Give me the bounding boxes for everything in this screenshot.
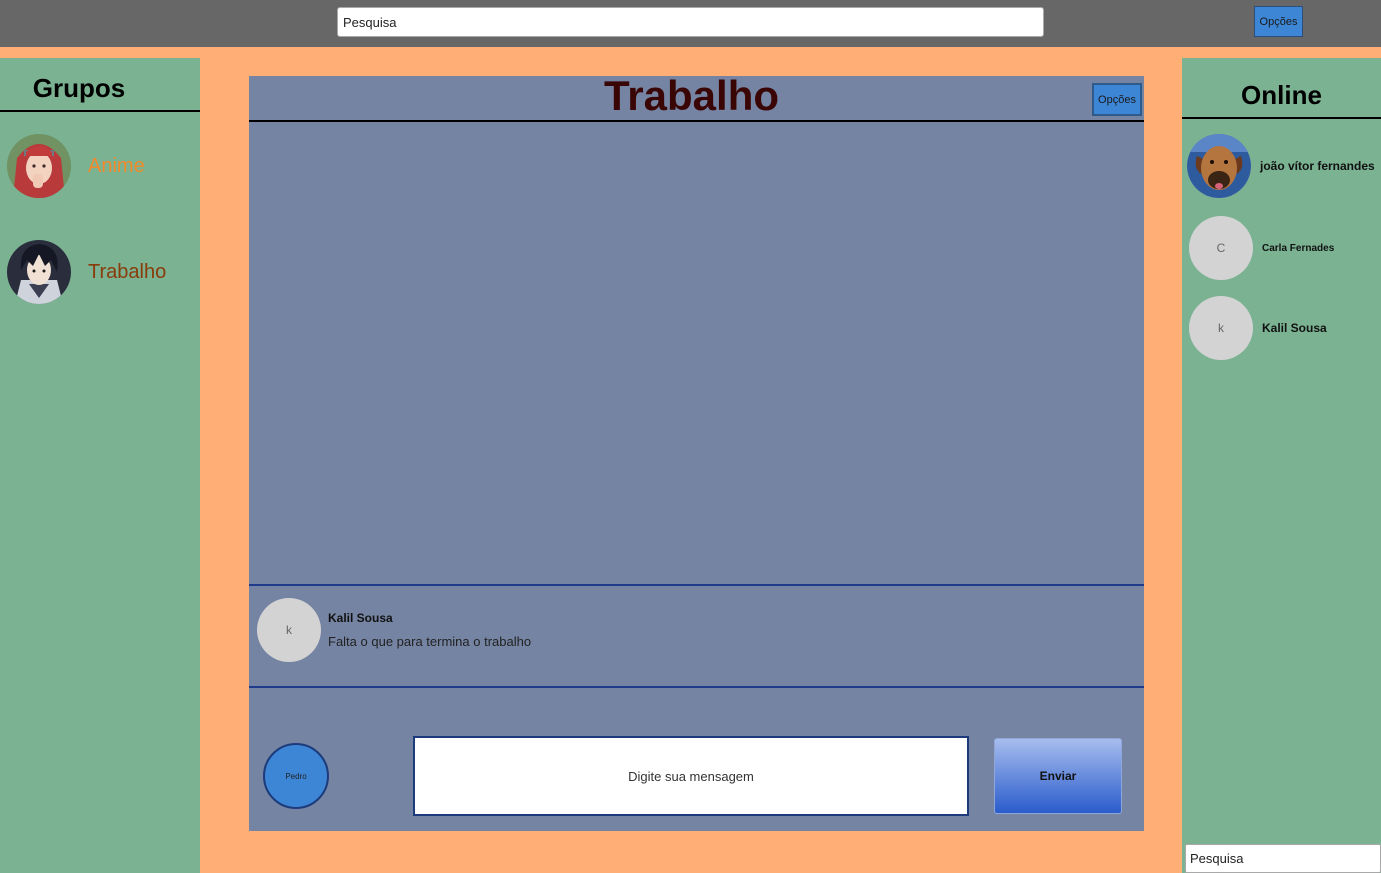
group-label-trabalho: Trabalho (88, 260, 167, 283)
group-label-anime: Anime (88, 154, 145, 177)
group-avatar-trabalho (7, 240, 71, 304)
groups-sidebar: Grupos Anime Trabalho (0, 58, 200, 873)
user-avatar: k (1189, 296, 1253, 360)
online-user-item[interactable]: k Kalil Sousa (1189, 296, 1381, 360)
top-options-button[interactable]: Opções (1254, 6, 1303, 37)
user-avatar: C (1189, 216, 1253, 280)
online-user-name: joão vítor fernandes (1260, 159, 1375, 173)
messages-divider-bottom (249, 686, 1144, 688)
chat-panel: Trabalho Opções k Kalil Sousa Falta o qu… (249, 72, 1144, 831)
online-user-item[interactable]: C Carla Fernades (1189, 216, 1381, 280)
group-item-anime[interactable]: Anime (7, 134, 197, 198)
chat-header: Trabalho Opções (249, 72, 1144, 122)
send-button[interactable]: Enviar (994, 738, 1122, 814)
user-avatar-dog (1187, 134, 1251, 198)
message-author: Kalil Sousa (328, 611, 393, 625)
message-input[interactable] (413, 736, 969, 816)
group-avatar-anime (7, 134, 71, 198)
top-search-input[interactable] (337, 7, 1044, 37)
online-title: Online (1182, 58, 1381, 119)
chat-options-button[interactable]: Opções (1092, 83, 1142, 116)
message-item: k Kalil Sousa Falta o que para termina o… (257, 598, 531, 662)
chat-title: Trabalho (603, 72, 780, 119)
online-user-name: Kalil Sousa (1262, 321, 1327, 335)
online-search-input[interactable] (1185, 844, 1381, 873)
message-text: Falta o que para termina o trabalho (328, 634, 532, 649)
current-user-avatar[interactable]: Pedro (263, 743, 329, 809)
online-sidebar: Online joão vítor fernandes C Carla Fern… (1182, 58, 1381, 873)
message-avatar: k (257, 598, 321, 662)
online-user-item[interactable]: joão vítor fernandes (1187, 134, 1381, 198)
online-user-name: Carla Fernades (1262, 242, 1335, 254)
group-item-trabalho[interactable]: Trabalho (7, 240, 197, 304)
groups-title: Grupos (0, 58, 200, 112)
messages-divider-top (249, 584, 1144, 586)
top-bar: Opções (0, 0, 1381, 47)
